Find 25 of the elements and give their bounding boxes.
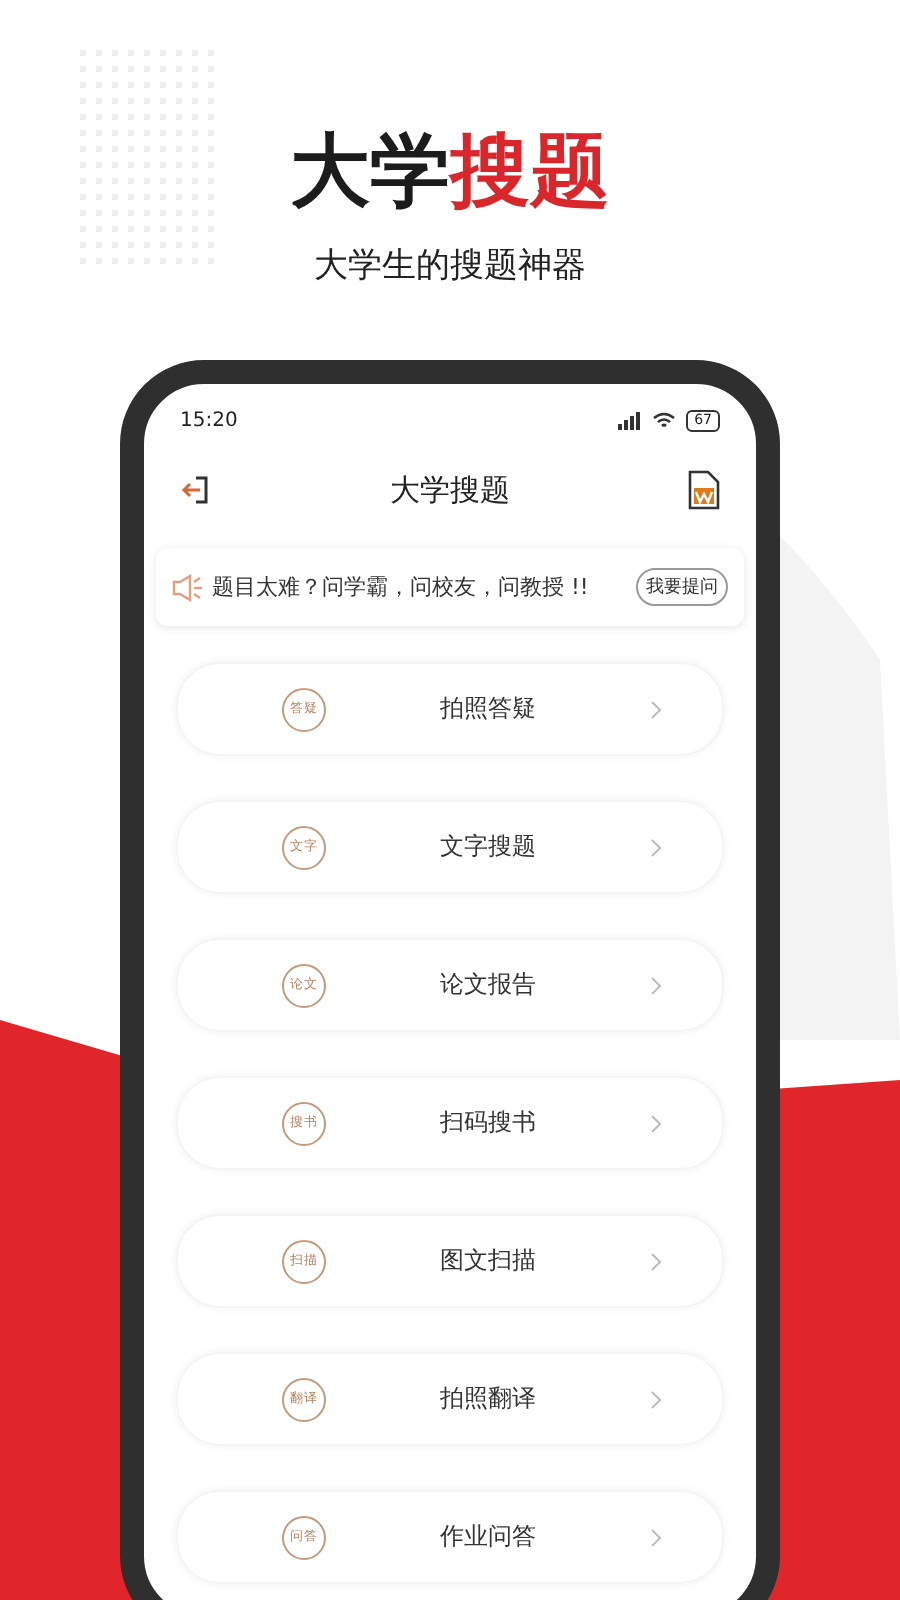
menu-label: 图文扫描 [438, 1244, 538, 1278]
menu-label: 拍照翻译 [438, 1382, 538, 1416]
menu-label: 扫码搜书 [438, 1106, 538, 1140]
chevron-right-icon [650, 699, 662, 719]
speaker-icon [172, 573, 204, 601]
exit-icon[interactable] [180, 474, 212, 506]
chevron-right-icon [650, 975, 662, 995]
menu-label: 拍照答疑 [438, 692, 538, 726]
notice-text: 题目太难？问学霸，问校友，问教授 !! [212, 572, 591, 602]
wifi-icon [652, 411, 677, 429]
chevron-right-icon [650, 1113, 662, 1133]
nav-title: 大学搜题 [390, 471, 510, 509]
status-time: 15:20 [180, 409, 238, 431]
menu-label: 论文报告 [438, 968, 538, 1002]
chevron-right-icon [650, 1527, 662, 1547]
menu-label: 文字搜题 [438, 830, 538, 864]
document-icon[interactable] [688, 470, 720, 510]
signal-icon [618, 411, 643, 429]
headline: 大学搜题 [290, 124, 610, 220]
chevron-right-icon [650, 837, 662, 857]
chevron-right-icon [650, 1389, 662, 1409]
subtitle: 大学生的搜题神器 [314, 244, 586, 288]
ask-button[interactable]: 我要提问 [636, 568, 728, 606]
chevron-right-icon [650, 1251, 662, 1271]
menu-label: 作业问答 [438, 1520, 538, 1554]
